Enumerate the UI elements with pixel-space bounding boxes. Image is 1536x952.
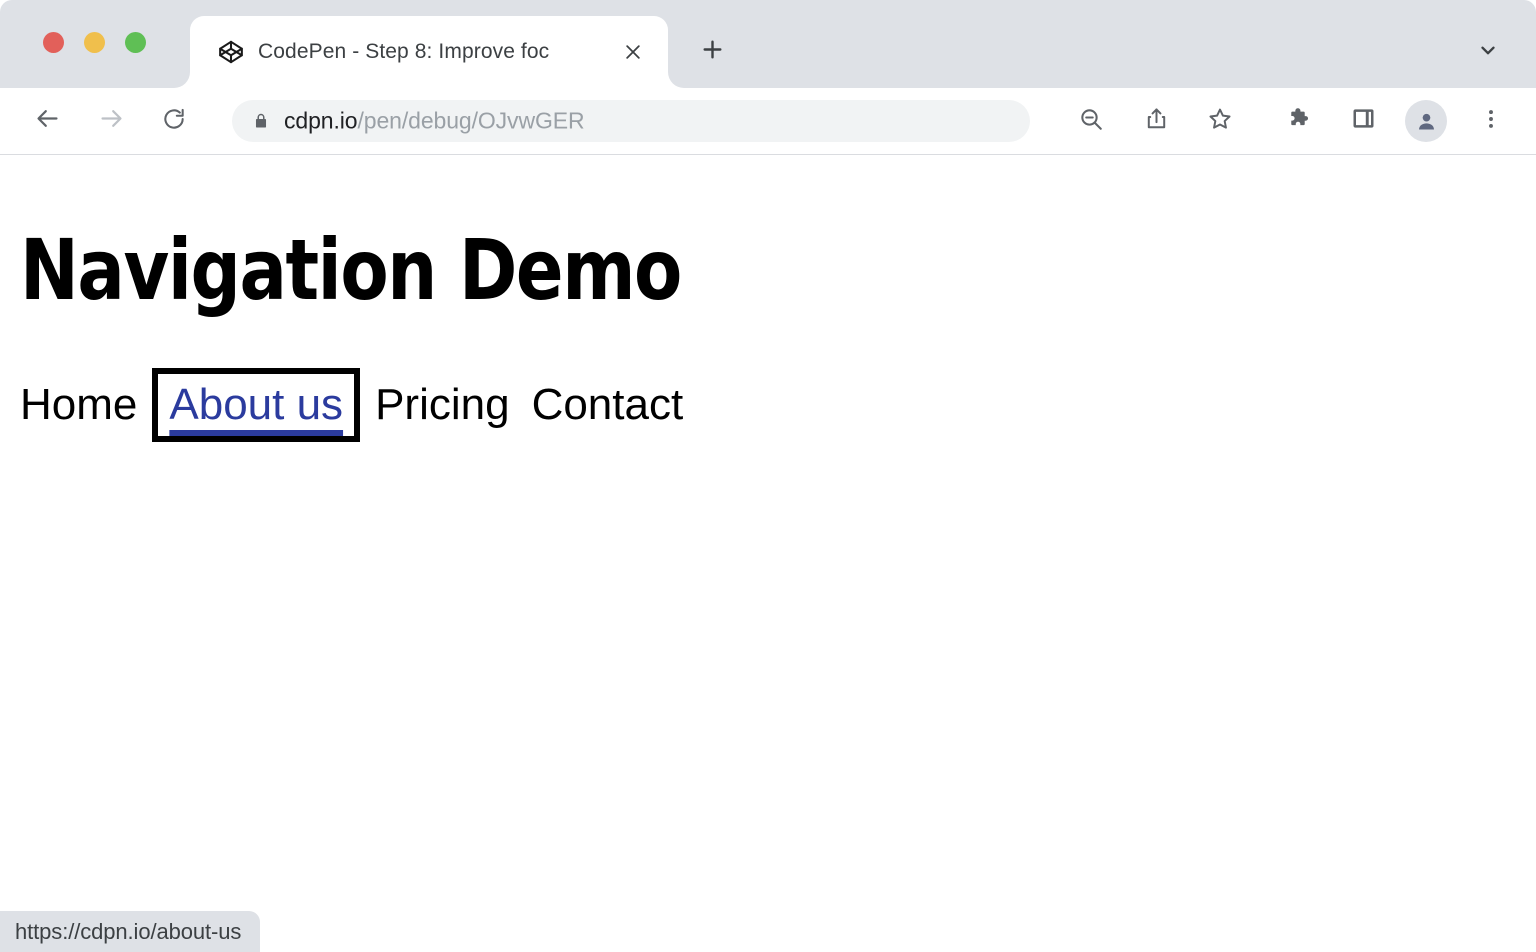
address-bar-url: cdpn.io/pen/debug/OJvwGER: [284, 108, 585, 135]
arrow-left-icon: [34, 105, 61, 137]
window-minimize-button[interactable]: [84, 32, 105, 53]
share-icon: [1144, 106, 1169, 136]
main-navigation: Home About us Pricing Contact: [20, 383, 683, 427]
forward-button[interactable]: [90, 100, 132, 142]
browser-tab-title: CodePen - Step 8: Improve foc: [258, 40, 610, 64]
account-avatar-icon: [1405, 100, 1447, 142]
plus-icon: [700, 37, 725, 67]
chevron-down-icon: [1477, 39, 1499, 66]
url-path: /pen/debug/OJvwGER: [357, 108, 584, 134]
chrome-menu-button[interactable]: [1470, 100, 1512, 142]
bookmark-button[interactable]: [1199, 100, 1241, 142]
window-close-button[interactable]: [43, 32, 64, 53]
status-bubble-url: https://cdpn.io/about-us: [15, 919, 241, 945]
profile-button[interactable]: [1405, 100, 1447, 142]
window-maximize-button[interactable]: [125, 32, 146, 53]
side-panel-button[interactable]: [1342, 100, 1384, 142]
page-viewport: Navigation Demo Home About us Pricing Co…: [0, 155, 1536, 952]
address-bar[interactable]: cdpn.io/pen/debug/OJvwGER: [232, 100, 1030, 142]
status-bubble: https://cdpn.io/about-us: [0, 911, 260, 952]
browser-window: CodePen - Step 8: Improve foc: [0, 0, 1536, 952]
star-icon: [1207, 106, 1233, 137]
reload-button[interactable]: [153, 100, 195, 142]
back-button[interactable]: [26, 100, 68, 142]
nav-link-contact[interactable]: Contact: [532, 383, 684, 427]
codepen-logo-icon: [218, 39, 244, 65]
three-dot-menu-icon: [1479, 107, 1503, 136]
share-button[interactable]: [1135, 100, 1177, 142]
page-title: Navigation Demo: [20, 228, 681, 312]
close-icon[interactable]: [616, 35, 650, 69]
window-traffic-lights: [43, 32, 146, 53]
zoom-out-icon: [1078, 106, 1104, 137]
nav-link-about-us[interactable]: About us: [167, 383, 345, 427]
tab-search-button[interactable]: [1468, 32, 1508, 72]
extensions-button[interactable]: [1278, 100, 1320, 142]
url-host: cdpn.io: [284, 108, 357, 134]
new-tab-button[interactable]: [690, 30, 734, 74]
lock-icon[interactable]: [252, 112, 270, 130]
nav-link-home[interactable]: Home: [20, 383, 137, 427]
puzzle-piece-icon: [1287, 106, 1312, 136]
browser-toolbar: cdpn.io/pen/debug/OJvwGER: [0, 88, 1536, 155]
arrow-right-icon: [98, 105, 125, 137]
zoom-out-button[interactable]: [1070, 100, 1112, 142]
reload-icon: [161, 106, 187, 137]
browser-tab-codepen[interactable]: CodePen - Step 8: Improve foc: [190, 16, 668, 88]
tab-strip: CodePen - Step 8: Improve foc: [0, 0, 1536, 88]
side-panel-icon: [1351, 106, 1376, 136]
nav-link-pricing[interactable]: Pricing: [375, 383, 510, 427]
